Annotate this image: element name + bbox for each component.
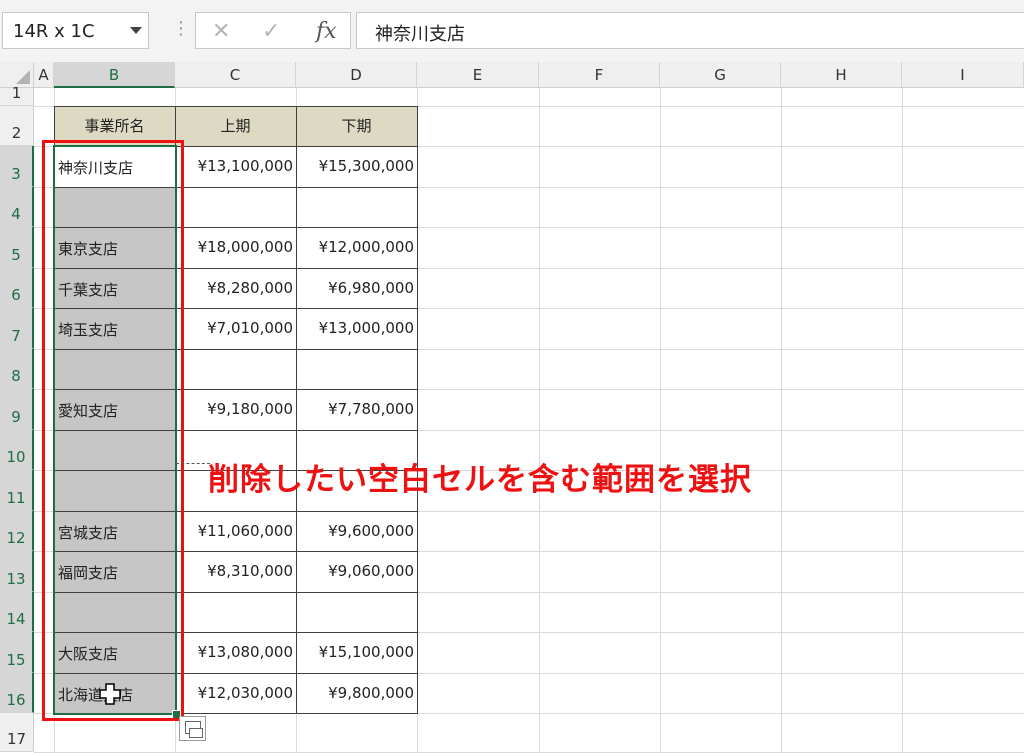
vertical-dots-icon: ⋮ bbox=[172, 18, 190, 39]
row-number: 12 bbox=[6, 529, 26, 547]
enter-icon[interactable]: ✓ bbox=[262, 19, 280, 44]
table-border-vertical bbox=[296, 106, 297, 714]
row-header-10[interactable]: 10 bbox=[0, 430, 34, 470]
formula-input[interactable]: 神奈川支店 bbox=[356, 12, 1024, 49]
row-header-3[interactable]: 3 bbox=[0, 146, 34, 187]
row-header-14[interactable]: 14 bbox=[0, 592, 34, 632]
table-border-vertical bbox=[417, 106, 418, 714]
table-cell-first-half[interactable] bbox=[175, 349, 296, 389]
column-header-e[interactable]: E bbox=[417, 62, 539, 88]
plus-cursor-icon bbox=[99, 683, 121, 705]
chevron-down-icon[interactable] bbox=[130, 27, 142, 34]
table-cell-first-half[interactable]: ¥11,060,000 bbox=[175, 511, 296, 551]
table-cell-second-half[interactable] bbox=[296, 187, 417, 227]
row-header-5[interactable]: 5 bbox=[0, 227, 34, 268]
row-number: 5 bbox=[11, 246, 21, 264]
table-cell-second-half[interactable]: ¥13,000,000 bbox=[296, 308, 417, 349]
dashed-line bbox=[176, 463, 210, 464]
table-cell-first-half[interactable]: ¥18,000,000 bbox=[175, 227, 296, 268]
table-cell-first-half[interactable] bbox=[175, 592, 296, 632]
row-header-4[interactable]: 4 bbox=[0, 187, 34, 227]
row-number: 10 bbox=[6, 448, 26, 466]
row-number: 7 bbox=[11, 327, 21, 345]
table-cell-second-half[interactable]: ¥9,600,000 bbox=[296, 511, 417, 551]
row-header-12[interactable]: 12 bbox=[0, 511, 34, 551]
spreadsheet-grid[interactable]: A B C D E F G H I 1 2 3 4 5 6 7 8 9 10 11 12 13 14 15 16 17 事業所名 上期… bbox=[0, 62, 1024, 753]
table-cell-second-half[interactable]: ¥9,800,000 bbox=[296, 673, 417, 713]
column-header-a[interactable]: A bbox=[34, 62, 54, 88]
table-cell-first-half[interactable]: ¥7,010,000 bbox=[175, 308, 296, 349]
row-number: 13 bbox=[6, 570, 26, 588]
table-cell-second-half[interactable] bbox=[296, 592, 417, 632]
quick-analysis-button[interactable] bbox=[179, 716, 206, 741]
annotation-highlight-box bbox=[42, 140, 184, 721]
name-box[interactable]: 14R x 1C bbox=[2, 12, 149, 49]
row-number: 3 bbox=[11, 165, 21, 183]
column-header-h[interactable]: H bbox=[781, 62, 902, 88]
row-header-16[interactable]: 16 bbox=[0, 673, 34, 713]
table-header-cell: 上期 bbox=[175, 106, 296, 146]
formula-buttons: ✕ ✓ fx bbox=[195, 12, 351, 49]
table-cell-second-half[interactable]: ¥6,980,000 bbox=[296, 268, 417, 308]
row-header-11[interactable]: 11 bbox=[0, 470, 34, 511]
table-cell-second-half[interactable]: ¥15,300,000 bbox=[296, 146, 417, 187]
quick-analysis-icon-front bbox=[189, 728, 203, 738]
insert-function-icon[interactable]: fx bbox=[316, 19, 337, 44]
formula-bar: 14R x 1C ⋮ ✕ ✓ fx 神奈川支店 bbox=[0, 0, 1024, 62]
row-header-6[interactable]: 6 bbox=[0, 268, 34, 308]
table-cell-first-half[interactable]: ¥8,280,000 bbox=[175, 268, 296, 308]
column-header-d[interactable]: D bbox=[296, 62, 417, 88]
row-header-1[interactable]: 1 bbox=[0, 84, 34, 106]
name-box-text: 14R x 1C bbox=[13, 21, 95, 42]
row-header-15[interactable]: 15 bbox=[0, 632, 34, 673]
select-all-icon bbox=[16, 70, 30, 84]
cancel-icon[interactable]: ✕ bbox=[212, 19, 230, 44]
formula-text: 神奈川支店 bbox=[375, 24, 465, 45]
row-header-17[interactable]: 17 bbox=[0, 713, 34, 752]
row-number: 8 bbox=[11, 367, 21, 385]
column-header-i[interactable]: I bbox=[902, 62, 1024, 88]
row-number: 15 bbox=[6, 651, 26, 669]
table-cell-first-half[interactable]: ¥13,100,000 bbox=[175, 146, 296, 187]
row-number: 14 bbox=[6, 610, 26, 628]
table-border-horizontal bbox=[54, 106, 418, 107]
column-header-f[interactable]: F bbox=[539, 62, 660, 88]
table-cell-first-half[interactable] bbox=[175, 187, 296, 227]
column-header-g[interactable]: G bbox=[660, 62, 781, 88]
table-cell-second-half[interactable] bbox=[296, 349, 417, 389]
row-number: 6 bbox=[11, 286, 21, 304]
table-cell-second-half[interactable]: ¥9,060,000 bbox=[296, 551, 417, 592]
row-header-13[interactable]: 13 bbox=[0, 551, 34, 592]
column-header-c[interactable]: C bbox=[175, 62, 296, 88]
row-number: 1 bbox=[11, 84, 22, 102]
row-number: 17 bbox=[6, 730, 27, 748]
table-cell-second-half[interactable]: ¥7,780,000 bbox=[296, 389, 417, 430]
table-cell-first-half[interactable]: ¥12,030,000 bbox=[175, 673, 296, 713]
row-header-2[interactable]: 2 bbox=[0, 106, 34, 146]
table-cell-first-half[interactable]: ¥13,080,000 bbox=[175, 632, 296, 673]
row-number: 2 bbox=[11, 124, 22, 142]
row-number: 4 bbox=[11, 205, 21, 223]
annotation-text: 削除したい空白セルを含む範囲を選択 bbox=[208, 462, 752, 498]
column-header-b[interactable]: B bbox=[54, 62, 175, 88]
row-number: 11 bbox=[6, 489, 26, 507]
table-header-cell: 下期 bbox=[296, 106, 417, 146]
table-cell-first-half[interactable]: ¥8,310,000 bbox=[175, 551, 296, 592]
row-number: 9 bbox=[11, 408, 21, 426]
table-cell-second-half[interactable]: ¥15,100,000 bbox=[296, 632, 417, 673]
table-cell-first-half[interactable]: ¥9,180,000 bbox=[175, 389, 296, 430]
row-header-8[interactable]: 8 bbox=[0, 349, 34, 389]
row-header-9[interactable]: 9 bbox=[0, 389, 34, 430]
row-number: 16 bbox=[6, 691, 26, 709]
table-cell-second-half[interactable]: ¥12,000,000 bbox=[296, 227, 417, 268]
row-header-7[interactable]: 7 bbox=[0, 308, 34, 349]
